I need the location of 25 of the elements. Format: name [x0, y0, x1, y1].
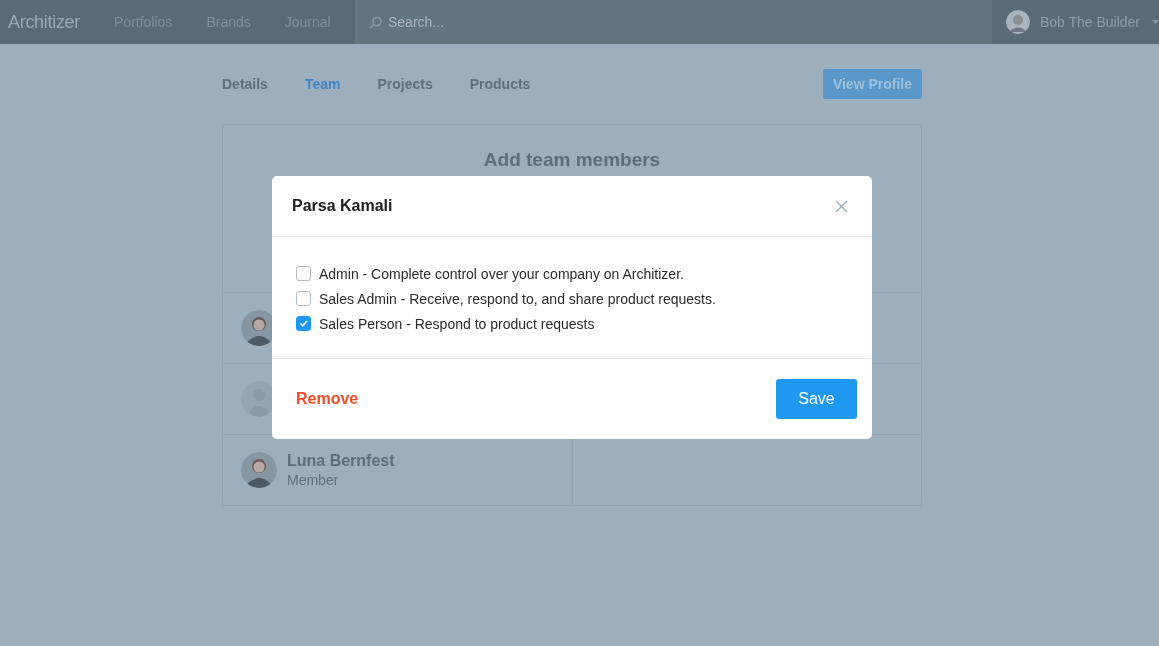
- tab[interactable]: Team: [304, 76, 341, 92]
- checkbox[interactable]: [296, 291, 311, 306]
- close-icon: [835, 199, 848, 213]
- card-heading: Add team members: [483, 149, 661, 172]
- person-avatar-icon: [241, 452, 277, 488]
- avatar-icon: [1006, 10, 1030, 34]
- save-button[interactable]: Save: [776, 379, 857, 419]
- member-role: Member: [287, 472, 340, 488]
- role-label: Admin - Complete control over your company on Architizer.: [319, 265, 684, 282]
- view-profile-button[interactable]: View Profile: [822, 69, 922, 99]
- tab[interactable]: Projects: [377, 76, 433, 92]
- logo[interactable]: Architizer: [8, 11, 80, 33]
- role-label: Sales Admin - Receive, respond to, and share product requests.: [319, 290, 716, 307]
- tab[interactable]: Products: [469, 76, 531, 92]
- dialog-title: Parsa Kamali: [292, 197, 393, 215]
- search-field[interactable]: Search...: [388, 14, 588, 30]
- remove-link[interactable]: Remove: [296, 390, 359, 408]
- search-icon: [369, 15, 382, 29]
- tab[interactable]: Details: [222, 76, 268, 92]
- member-name: Luna Bernfest: [287, 452, 395, 470]
- checkbox[interactable]: [296, 316, 311, 331]
- checkbox[interactable]: [296, 266, 311, 281]
- role-label: Sales Person - Respond to product requests: [319, 315, 595, 332]
- caret-icon: [1152, 20, 1159, 24]
- check-icon: [298, 318, 309, 329]
